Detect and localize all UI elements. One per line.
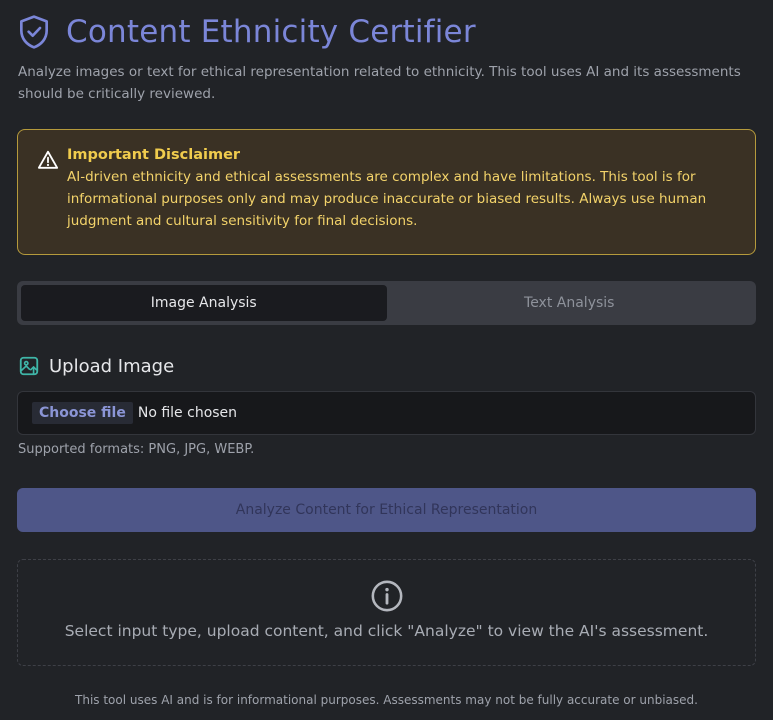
supported-formats: Supported formats: PNG, JPG, WEBP. [18,442,255,457]
page-title: Content Ethnicity Certifier [66,14,476,50]
page: Content Ethnicity Certifier Analyze imag… [0,0,773,720]
page-subtitle: Analyze images or text for ethical repre… [18,64,741,102]
disclaimer-title: Important Disclaimer [67,147,241,163]
footer-note: This tool uses AI and is for information… [75,693,698,707]
disclaimer-banner: Important Disclaimer AI-driven ethnicity… [17,129,756,255]
choose-file-button[interactable]: Choose file [32,402,133,424]
image-upload-icon [19,356,39,376]
file-status: No file chosen [137,405,238,421]
image-file-input[interactable]: Choose file No file chosen [17,391,756,435]
upload-heading: Upload Image [18,355,174,377]
header: Content Ethnicity Certifier [18,14,476,50]
shield-check-icon [20,15,48,49]
analysis-tabs: Image Analysis Text Analysis [17,281,756,325]
tab-image-analysis[interactable]: Image Analysis [21,285,387,321]
tab-text-analysis[interactable]: Text Analysis [387,285,753,321]
disclaimer-body: AI-driven ethnicity and ethical assessme… [67,169,707,229]
warning-triangle-icon [37,150,59,169]
analyze-button[interactable]: Analyze Content for Ethical Representati… [17,488,756,532]
result-placeholder: Select input type, upload content, and c… [17,559,756,666]
result-message: Select input type, upload content, and c… [64,622,709,640]
upload-heading-label: Upload Image [49,355,175,377]
info-icon [371,580,402,612]
